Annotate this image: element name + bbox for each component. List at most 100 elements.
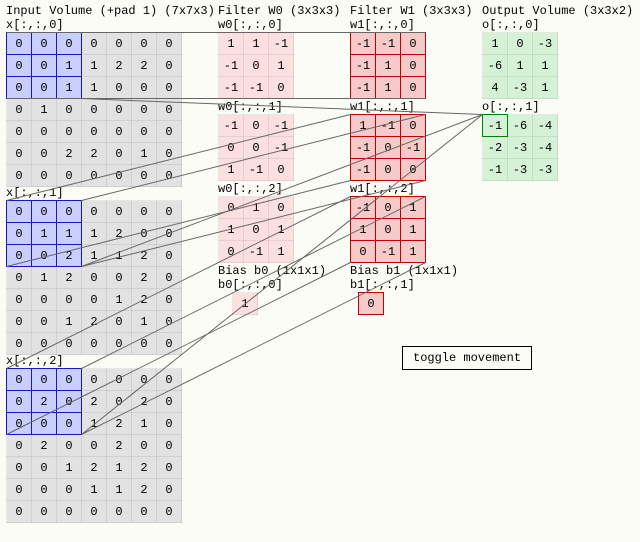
cell: 0 (32, 143, 57, 165)
cell: 1 (82, 77, 107, 99)
cell: 1 (401, 241, 426, 263)
cell: 0 (7, 435, 32, 457)
cell: -1 (269, 33, 294, 55)
cell: 0 (132, 223, 157, 245)
cell: 0 (82, 333, 107, 355)
cell: -1 (244, 77, 269, 99)
cell: 0 (32, 77, 57, 99)
cell: 1 (244, 33, 269, 55)
cell: 0 (219, 197, 244, 219)
cell: 0 (269, 159, 294, 181)
cell: 1 (32, 267, 57, 289)
input-grid-x1: 0000000011120000211200120020000012000120… (6, 200, 182, 355)
cell: 1 (57, 77, 82, 99)
cell: 0 (7, 143, 32, 165)
cell: 1 (508, 55, 533, 77)
cell: 0 (7, 391, 32, 413)
cell: 1 (219, 33, 244, 55)
cell: 0 (132, 369, 157, 391)
slice-label-w00: w0[:,:,0] (218, 18, 283, 32)
cell: 0 (401, 115, 426, 137)
cell: 0 (82, 33, 107, 55)
cell: 1 (219, 219, 244, 241)
cell: 0 (7, 369, 32, 391)
cell: 0 (57, 391, 82, 413)
slice-label-w12: w1[:,:,2] (350, 182, 415, 196)
slice-label-o1: o[:,:,1] (482, 100, 540, 114)
cell: 2 (82, 311, 107, 333)
cell: 0 (57, 479, 82, 501)
cell: 2 (82, 457, 107, 479)
cell: 0 (7, 77, 32, 99)
cell: 1 (107, 245, 132, 267)
cell: 0 (157, 391, 182, 413)
cell: -1 (244, 159, 269, 181)
bias-b1: 0 (358, 292, 384, 315)
cell: 0 (157, 77, 182, 99)
cell: 0 (157, 223, 182, 245)
cell: 0 (82, 267, 107, 289)
cell: 1 (82, 413, 107, 435)
header-output: Output Volume (3x3x2) (482, 4, 633, 18)
cell: 4 (483, 77, 508, 99)
cell: 0 (107, 201, 132, 223)
cell: 1 (219, 159, 244, 181)
cell: 0 (132, 333, 157, 355)
cell: 2 (57, 267, 82, 289)
cell: 1 (57, 55, 82, 77)
slice-label-x2: x[:,:,2] (6, 354, 64, 368)
cell: -1 (376, 241, 401, 263)
cell: 0 (7, 33, 32, 55)
cell: 0 (82, 435, 107, 457)
cell: 0 (157, 33, 182, 55)
cell: -6 (508, 115, 533, 137)
cell: 0 (82, 121, 107, 143)
filter-w0-slice2: 0101010-11 (218, 196, 294, 263)
cell: 0 (32, 289, 57, 311)
cell: 0 (157, 501, 182, 523)
cell: 0 (132, 435, 157, 457)
cell: 0 (32, 479, 57, 501)
slice-label-b0: b0[:,:,0] (218, 278, 283, 292)
cell: 0 (157, 201, 182, 223)
filter-w1-slice2: -1011010-11 (350, 196, 426, 263)
bias-b0: 1 (232, 292, 258, 315)
cell: 0 (508, 33, 533, 55)
cell: 0 (57, 289, 82, 311)
cell: -2 (483, 137, 508, 159)
cell: 0 (7, 165, 32, 187)
cell: -1 (351, 137, 376, 159)
cell: -1 (351, 77, 376, 99)
cell: 1 (244, 197, 269, 219)
cell: 0 (107, 77, 132, 99)
cell: 2 (107, 413, 132, 435)
cell: 0 (132, 165, 157, 187)
cell: 1 (132, 311, 157, 333)
cell: 0 (157, 55, 182, 77)
cell: 0 (107, 501, 132, 523)
cell: 0 (7, 333, 32, 355)
cell: 0 (157, 369, 182, 391)
cell: 1 (483, 33, 508, 55)
cell: 0 (7, 501, 32, 523)
cell: 1 (107, 479, 132, 501)
cell: 0 (57, 333, 82, 355)
cell: 0 (57, 435, 82, 457)
cell: 1 (32, 99, 57, 121)
cell: 1 (269, 219, 294, 241)
cell: 0 (401, 159, 426, 181)
cell: 1 (351, 219, 376, 241)
output-grid-o1: -1-6-4-2-3-4-1-3-3 (482, 114, 558, 181)
cell: 0 (7, 223, 32, 245)
filter-w1-slice1: 1-10-10-1-100 (350, 114, 426, 181)
cell: 0 (32, 165, 57, 187)
cell: 0 (107, 33, 132, 55)
slice-label-o0: o[:,:,0] (482, 18, 540, 32)
input-grid-x2: 0000000020202000012100200200001212000011… (6, 368, 182, 523)
cell: 0 (157, 165, 182, 187)
cell: 0 (7, 245, 32, 267)
cell: 1 (57, 223, 82, 245)
toggle-movement-button[interactable]: toggle movement (402, 346, 532, 370)
cell: 0 (132, 33, 157, 55)
cell: -1 (351, 55, 376, 77)
